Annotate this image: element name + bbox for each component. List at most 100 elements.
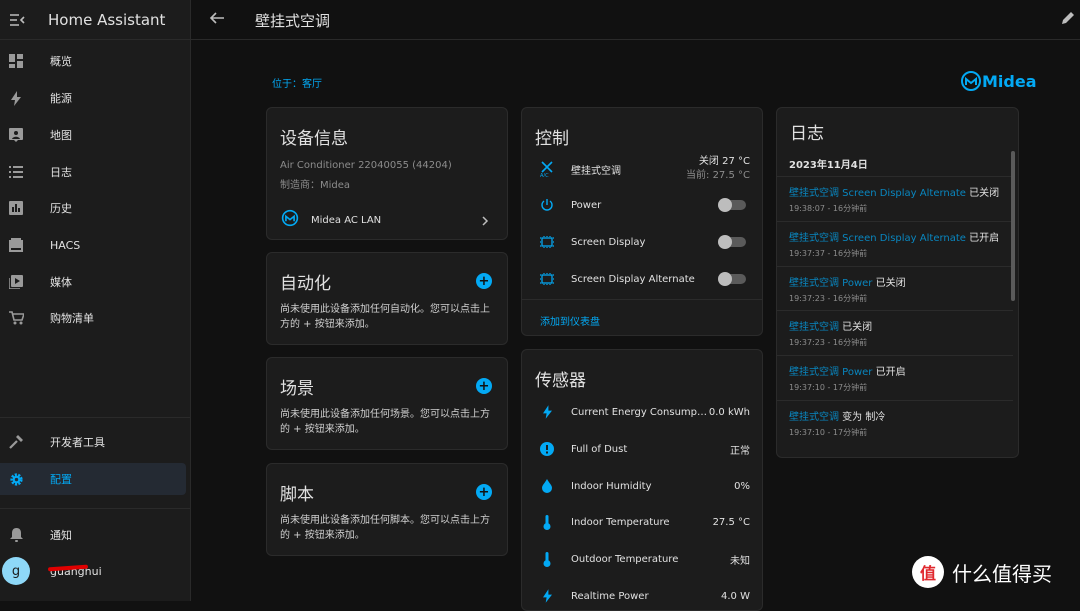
sensor-name: Current Energy Consumpti...	[571, 406, 709, 418]
sensor-value: 27.5 °C	[712, 516, 750, 528]
sidebar-item-label: 通知	[50, 529, 72, 542]
sidebar-item-label: 日志	[50, 166, 72, 179]
sidebar-item-developer-tools[interactable]: 开发者工具	[0, 426, 186, 458]
switch-row-power: Power	[522, 190, 762, 220]
sidebar-item-hacs[interactable]: HACS	[0, 229, 186, 261]
brand-logo: Midea	[960, 70, 1037, 92]
cart-icon	[0, 311, 32, 325]
thermometer-icon	[536, 551, 558, 567]
log-entity-link[interactable]: 壁挂式空调 Screen Display Alternate	[789, 188, 966, 199]
log-time: 19:37:23 - 16分钟前	[789, 294, 868, 303]
screen-display-toggle[interactable]	[718, 235, 746, 249]
log-entity-link[interactable]: 壁挂式空调	[789, 322, 839, 333]
sidebar-item-logbook[interactable]: 日志	[0, 156, 186, 188]
sidebar-header: Home Assistant	[0, 0, 190, 40]
area-link[interactable]: 位于：客厅	[272, 75, 322, 90]
avatar[interactable]: g	[2, 557, 30, 585]
sensor-row[interactable]: Outdoor Temperature 未知	[522, 544, 762, 574]
card-title: 设备信息	[280, 129, 348, 149]
list-icon	[0, 166, 32, 178]
sensor-row[interactable]: Realtime Power 4.0 W	[522, 581, 762, 611]
log-entity-link[interactable]: 壁挂式空调 Power	[789, 278, 872, 289]
sensor-row[interactable]: Full of Dust 正常	[522, 434, 762, 464]
sensor-value: 0.0 kWh	[708, 406, 750, 418]
brand-name: Midea	[982, 71, 1037, 91]
hacs-icon	[0, 238, 32, 252]
logbook-card: 日志 2023年11月4日 壁挂式空调 Screen Display Alter…	[776, 107, 1019, 458]
chevron-right-icon	[481, 211, 489, 230]
sidebar-item-map[interactable]: 地图	[0, 119, 186, 151]
sidebar-item-media[interactable]: 媒体	[0, 266, 186, 298]
sensor-name: Full of Dust	[571, 443, 628, 455]
sidebar-item-history[interactable]: 历史	[0, 192, 186, 224]
log-entry: 壁挂式空调 变为 制冷 19:37:10 - 17分钟前	[777, 400, 1013, 444]
log-action: 已关闭	[839, 322, 873, 333]
sidebar-item-settings[interactable]: 配置	[0, 463, 186, 495]
empty-message: 尚未使用此设备添加任何脚本。您可以点击上方的 + 按钮来添加。	[280, 515, 490, 541]
lightning-icon	[536, 405, 558, 419]
screen-display-icon	[536, 235, 558, 249]
sidebar-item-overview[interactable]: 概览	[0, 45, 186, 77]
log-time: 19:37:37 - 16分钟前	[789, 249, 868, 258]
pencil-icon[interactable]	[1060, 10, 1078, 28]
integration-name: Midea AC LAN	[311, 214, 382, 226]
scrollbar-thumb[interactable]	[1011, 151, 1015, 301]
log-date: 2023年11月4日	[789, 160, 868, 171]
log-time: 19:37:23 - 16分钟前	[789, 338, 868, 347]
climate-name: 壁挂式空调	[571, 165, 621, 177]
midea-integration-icon	[281, 209, 299, 231]
card-title: 传感器	[535, 371, 586, 391]
sidebar-item-label: 开发者工具	[50, 436, 105, 449]
climate-current: 当前: 27.5 °C	[686, 170, 750, 181]
sidebar-item-shopping-list[interactable]: 购物清单	[0, 302, 186, 334]
script-card: 脚本 + 尚未使用此设备添加任何脚本。您可以点击上方的 + 按钮来添加。	[266, 463, 508, 556]
integration-link[interactable]: Midea AC LAN	[267, 206, 507, 234]
sensor-value: 0%	[734, 480, 750, 492]
log-entity-link[interactable]: 壁挂式空调	[789, 412, 839, 423]
sidebar-item-label: 概览	[50, 55, 72, 68]
lightning-icon	[0, 90, 32, 106]
sensor-value: 4.0 W	[721, 590, 750, 602]
add-to-dashboard-button[interactable]: 添加到仪表盘	[540, 313, 600, 328]
add-scene-button[interactable]: +	[476, 378, 492, 394]
back-arrow-icon[interactable]	[209, 10, 229, 30]
sensor-name: Realtime Power	[571, 590, 649, 602]
log-entity-link[interactable]: 壁挂式空调 Power	[789, 367, 872, 378]
sidebar-item-label: 配置	[50, 473, 72, 486]
add-automation-button[interactable]: +	[476, 273, 492, 289]
sidebar-item-energy[interactable]: 能源	[0, 82, 186, 114]
power-toggle[interactable]	[718, 198, 746, 212]
menu-toggle-icon[interactable]	[0, 0, 34, 40]
air-conditioner-icon: A/C	[536, 161, 558, 177]
sensor-value: 正常	[730, 445, 750, 457]
sidebar-item-label: 历史	[50, 202, 72, 215]
top-bar: 壁挂式空调	[191, 0, 1080, 40]
log-entity-link[interactable]: 壁挂式空调 Screen Display Alternate	[789, 233, 966, 244]
climate-state: 关闭 27 °C 当前: 27.5 °C	[686, 155, 750, 183]
climate-row[interactable]: A/C 壁挂式空调 关闭 27 °C 当前: 27.5 °C	[522, 154, 762, 184]
watermark: 值 什么值得买	[912, 556, 1052, 588]
log-time: 19:37:10 - 17分钟前	[789, 383, 868, 392]
device-manufacturer: 制造商：Midea	[280, 180, 351, 191]
device-info-card: 设备信息 Air Conditioner 22040055 (44204) 制造…	[266, 107, 508, 240]
add-script-button[interactable]: +	[476, 484, 492, 500]
card-title: 脚本	[280, 485, 314, 505]
sensor-row[interactable]: Indoor Humidity 0%	[522, 471, 762, 501]
log-action: 已开启	[872, 367, 906, 378]
screen-display-alternate-toggle[interactable]	[718, 272, 746, 286]
thermometer-icon	[536, 514, 558, 530]
svg-text:A/C: A/C	[540, 173, 549, 177]
alert-circle-icon	[536, 442, 558, 456]
sidebar: Home Assistant 概览 能源 地图 日志 历史 HACS 媒体 购物…	[0, 0, 191, 601]
page-title: 壁挂式空调	[255, 12, 331, 30]
sensor-row[interactable]: Current Energy Consumpti... 0.0 kWh	[522, 397, 762, 427]
map-person-icon	[0, 128, 32, 142]
sensor-name: Indoor Temperature	[571, 516, 670, 528]
sidebar-item-label: 购物清单	[50, 312, 94, 325]
sensor-row[interactable]: Indoor Temperature 27.5 °C	[522, 507, 762, 537]
sidebar-item-notifications[interactable]: 通知	[0, 519, 186, 551]
sensors-card: 传感器 Current Energy Consumpti... 0.0 kWh …	[521, 349, 763, 611]
automation-card: 自动化 + 尚未使用此设备添加任何自动化。您可以点击上方的 + 按钮来添加。	[266, 252, 508, 345]
climate-target: 关闭 27 °C	[698, 156, 750, 167]
sensor-name: Outdoor Temperature	[571, 553, 679, 565]
